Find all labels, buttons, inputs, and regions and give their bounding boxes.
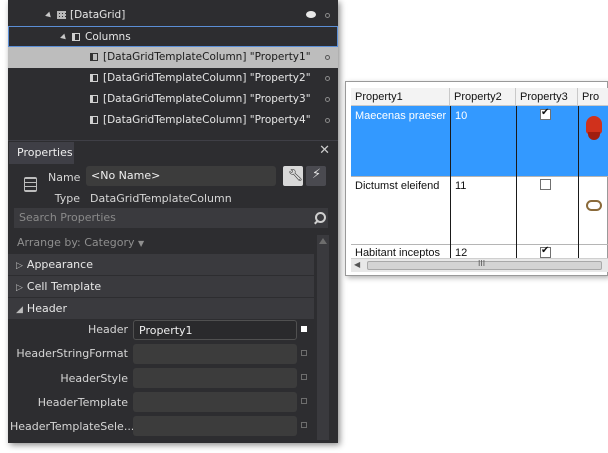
prop-label-headertemplateselector: HeaderTemplateSele... [10,420,135,433]
name-field[interactable]: <No Name> [86,166,276,186]
tree-item-column-property4[interactable]: [DataGridTemplateColumn] "Property4" [8,110,338,131]
section-label: Cell Template [26,280,102,293]
horizontal-scrollbar[interactable]: ◀ III [351,258,608,272]
collapsed-arrow-icon: ▷ [16,261,23,271]
column-divider [516,244,517,258]
tree-item-column-property1[interactable]: [DataGridTemplateColumn] "Property1" [8,47,338,68]
lock-dot-icon[interactable] [325,55,330,60]
scroll-up-icon[interactable] [319,238,327,244]
column-divider [516,176,517,244]
lock-dot-icon[interactable] [325,118,330,123]
dropdown-arrow-icon: ▼ [137,239,145,248]
section-appearance[interactable]: ▷ Appearance [8,254,314,275]
properties-button[interactable]: 🔧︎ [283,166,303,186]
tree-item-label: Columns [85,31,131,43]
tree-item-columns[interactable]: Columns [8,26,338,47]
column-divider [450,176,451,244]
column-icon [90,116,98,124]
columns-icon [72,33,80,41]
cell-property1[interactable]: Dictumst eleifend [352,180,450,192]
headerstringformat-input[interactable] [133,344,297,364]
section-header[interactable]: ◢ Header [8,298,314,319]
column-divider [450,106,451,176]
prop-label-header: Header [87,323,128,336]
prop-label-headerstyle: HeaderStyle [60,372,128,385]
scroll-grip: III [478,259,486,268]
section-cell-template[interactable]: ▷ Cell Template [8,276,314,297]
advanced-options-marker[interactable] [301,422,307,428]
tree-item-label: [DataGridTemplateColumn] "Property1" [103,51,311,63]
search-input[interactable]: Search Properties [14,208,328,228]
lock-dot-icon[interactable] [325,13,330,18]
lock-dot-icon[interactable] [325,97,330,102]
thumbnail-image [584,114,604,144]
expanded-arrow-icon: ◢ [16,305,23,315]
row-divider [351,244,608,245]
lightning-icon: ⚡︎ [312,167,322,182]
advanced-options-marker[interactable] [301,326,307,332]
headertemplateselector-input[interactable] [133,416,297,436]
prop-label-headertemplate: HeaderTemplate [37,396,128,409]
properties-tab[interactable]: Properties [9,142,74,164]
tree-item-label: [DataGridTemplateColumn] "Property4" [103,114,311,126]
headerstyle-input[interactable] [133,368,297,388]
column-divider [578,106,579,176]
eye-icon[interactable] [306,11,316,18]
section-label: Header [26,302,67,315]
column-icon [90,53,98,61]
header-input[interactable]: Property1 [133,320,297,340]
thumbnail-image [586,198,604,214]
element-icon [21,174,39,194]
datagrid-icon [57,11,66,19]
events-button[interactable]: ⚡︎ [306,166,326,186]
tree-item-label: [DataGrid] [70,9,126,21]
search-icon[interactable] [311,209,327,227]
cell-property1[interactable]: Maecenas praeser [352,110,450,122]
column-header-property2[interactable]: Property2 [450,88,516,106]
column-divider [450,244,451,258]
column-divider [516,106,517,176]
properties-scrollbar[interactable] [317,235,329,440]
tree-item-column-property3[interactable]: [DataGridTemplateColumn] "Property3" [8,89,338,110]
name-label: Name [48,171,81,184]
arrange-by-label: Arrange by: Category [17,236,135,249]
cell-property2[interactable]: 11 [452,180,512,192]
checkbox-property3[interactable] [540,107,551,120]
arrange-by-dropdown[interactable]: Arrange by: Category ▼ [17,235,144,252]
row-divider [351,176,608,177]
column-icon [90,95,98,103]
tree-item-datagrid[interactable]: [DataGrid] [8,5,338,26]
type-label: Type [54,192,80,205]
prop-label-headerstringformat: HeaderStringFormat [16,347,128,360]
tree-item-label: [DataGridTemplateColumn] "Property3" [103,93,311,105]
column-header-property1[interactable]: Property1 [351,88,450,106]
expand-arrow-icon[interactable] [60,33,68,41]
collapsed-arrow-icon: ▷ [16,283,23,293]
column-header-property4[interactable]: Pro [578,88,608,106]
column-header-property3[interactable]: Property3 [516,88,578,106]
headertemplate-input[interactable] [133,392,297,412]
tree-item-label: [DataGridTemplateColumn] "Property2" [103,72,311,84]
datagrid-preview: Property1 Property2 Property3 Pro Maecen… [345,81,608,276]
scroll-left-icon[interactable]: ◀ [354,260,360,269]
advanced-options-marker[interactable] [301,398,307,404]
expand-arrow-icon[interactable] [45,11,53,19]
type-value: DataGridTemplateColumn [90,192,232,205]
scrollbar-thumb[interactable]: III [367,259,602,270]
column-icon [90,74,98,82]
advanced-options-marker[interactable] [301,350,307,356]
column-divider [578,244,579,258]
section-label: Appearance [26,258,93,271]
wrench-icon: 🔧︎ [288,168,304,182]
column-divider [578,176,579,244]
close-icon[interactable]: ✕ [319,143,330,158]
cell-property2[interactable]: 10 [452,110,512,122]
tree-item-column-property2[interactable]: [DataGridTemplateColumn] "Property2" [8,68,338,89]
checkbox-property3[interactable] [540,179,551,190]
lock-dot-icon[interactable] [325,76,330,81]
advanced-options-marker[interactable] [301,374,307,380]
checkbox-property3[interactable] [540,245,551,258]
